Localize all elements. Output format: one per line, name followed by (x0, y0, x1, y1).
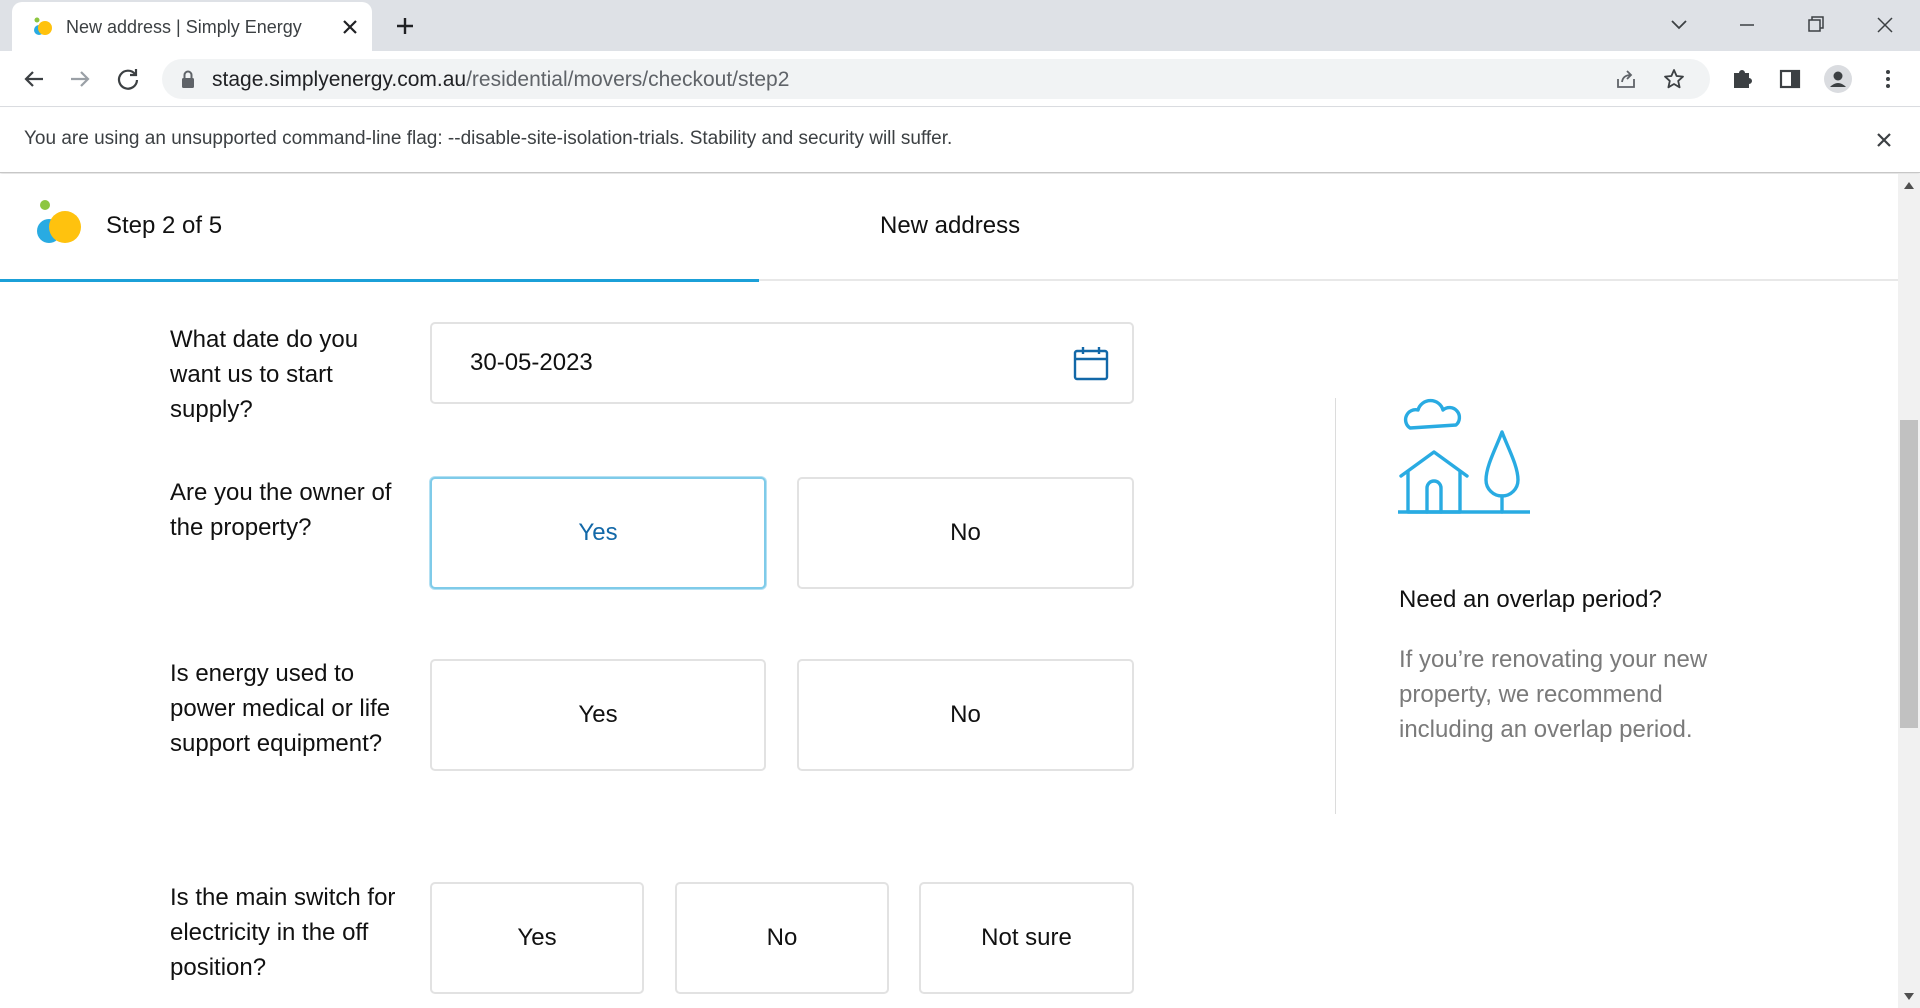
lock-icon[interactable] (180, 70, 196, 88)
owner-no-button[interactable]: No (797, 477, 1134, 589)
close-tab-icon[interactable] (338, 15, 362, 39)
overlap-description: If you’re renovating your new property, … (1399, 646, 1708, 743)
unsupported-flag-infobar: You are using an unsupported command-lin… (0, 108, 1920, 173)
page-content: Step 2 of 5 New address What date do you… (0, 174, 1898, 1008)
scrollbar-thumb[interactable] (1900, 420, 1918, 728)
extensions-puzzle-icon[interactable] (1726, 63, 1758, 95)
main-switch-not-sure-button[interactable]: Not sure (919, 882, 1134, 994)
infobar-message: You are using an unsupported command-lin… (24, 128, 953, 149)
tab-title: New address | Simply Energy (66, 17, 302, 37)
browser-tab[interactable]: New address | Simply Energy (12, 2, 372, 51)
step-progress-bar (0, 279, 760, 282)
life-support-question: Is energy used to power medical or life … (170, 660, 391, 757)
step-header: Step 2 of 5 New address (0, 174, 1898, 281)
simply-energy-favicon-icon (34, 17, 52, 35)
owner-yes-button[interactable]: Yes (430, 477, 766, 589)
life-support-yes-button[interactable]: Yes (430, 659, 766, 771)
tab-search-chevron-icon[interactable] (1662, 10, 1696, 40)
main-switch-no-button[interactable]: No (675, 882, 889, 994)
bookmark-star-icon[interactable] (1662, 67, 1686, 91)
url-host: stage.simplyenergy.com.au (212, 68, 467, 91)
owner-question: Are you the owner of the property? (170, 479, 392, 541)
side-panel-divider (1335, 398, 1336, 814)
step-title: New address (880, 212, 1021, 239)
profile-avatar-icon[interactable] (1822, 63, 1854, 95)
forward-arrow-icon[interactable] (64, 63, 96, 95)
browser-menu-kebab-icon[interactable] (1872, 63, 1904, 95)
minimize-icon[interactable] (1730, 10, 1764, 40)
window-close-icon[interactable] (1868, 10, 1902, 40)
simply-energy-logo-icon (37, 200, 81, 243)
main-switch-yes-button[interactable]: Yes (430, 882, 644, 994)
calendar-icon[interactable] (1072, 344, 1110, 382)
browser-tab-strip: New address | Simply Energy (0, 0, 1920, 51)
start-date-question: What date do you want us to start supply… (170, 326, 359, 423)
url-text[interactable]: stage.simplyenergy.com.au/residential/mo… (212, 68, 789, 92)
house-tree-illustration-icon (1398, 398, 1530, 514)
page-scrollbar[interactable] (1898, 174, 1920, 1008)
scroll-up-arrow-icon[interactable] (1904, 182, 1914, 189)
reload-icon[interactable] (112, 63, 144, 95)
overlap-heading: Need an overlap period? (1399, 586, 1662, 613)
infobar-close-icon[interactable] (1872, 128, 1896, 152)
share-icon[interactable] (1614, 67, 1638, 91)
start-date-input[interactable]: 30-05-2023 (430, 322, 1134, 404)
new-tab-icon[interactable] (390, 11, 420, 41)
address-bar[interactable]: stage.simplyenergy.com.au/residential/mo… (162, 59, 1710, 99)
side-panel-icon[interactable] (1774, 63, 1806, 95)
browser-toolbar: stage.simplyenergy.com.au/residential/mo… (0, 51, 1920, 107)
main-switch-question: Is the main switch for electricity in th… (170, 884, 396, 981)
back-arrow-icon[interactable] (18, 63, 50, 95)
restore-icon[interactable] (1798, 10, 1832, 40)
life-support-no-button[interactable]: No (797, 659, 1134, 771)
scroll-down-arrow-icon[interactable] (1904, 993, 1914, 1000)
start-date-value: 30-05-2023 (470, 349, 593, 376)
url-path: /residential/movers/checkout/step2 (466, 68, 790, 91)
step-counter: Step 2 of 5 (106, 212, 223, 239)
